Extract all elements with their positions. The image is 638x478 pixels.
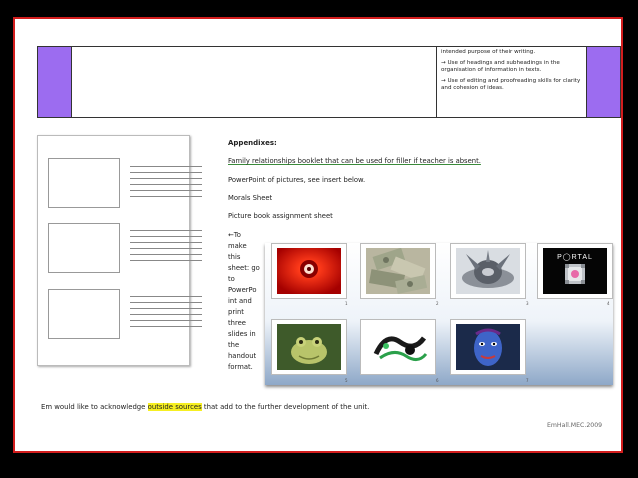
instruction-line: handout — [228, 352, 257, 360]
table-line: → Use of editing and proofreading skills… — [441, 78, 581, 91]
handout-slide-slot — [48, 158, 120, 208]
instruction-line: sheet: go — [228, 264, 260, 272]
instruction-line: make — [228, 242, 247, 250]
slide-thumbnail — [360, 243, 436, 299]
instruction-line: print — [228, 308, 244, 316]
slide-number: 4 — [607, 301, 610, 306]
money-pile-image — [366, 248, 430, 294]
appendix-item-booklet: Family relationships booklet that can be… — [228, 157, 481, 165]
slide-number: 6 — [436, 378, 439, 383]
document-page: intended purpose of their writing. → Use… — [13, 17, 623, 453]
table-line: intended purpose of their writing. — [441, 49, 536, 55]
frog-image — [277, 324, 341, 370]
purple-cell-right — [586, 47, 620, 117]
purple-cell-left — [38, 47, 72, 117]
table-cell-text: intended purpose of their writing. → Use… — [441, 49, 581, 96]
slide-thumbnail — [360, 319, 436, 375]
chrome-sculpture-image — [456, 248, 520, 294]
portal-companion-cube-image: P◯RTAL — [543, 248, 607, 294]
abstract-swirl-image — [366, 324, 430, 370]
blue-face-image — [456, 324, 520, 370]
instruction-line: to — [228, 275, 235, 283]
appendix-item-powerpoint: PowerPoint of pictures, see insert below… — [228, 176, 366, 184]
instruction-line: format. — [228, 363, 253, 371]
slide-thumbnail: P◯RTAL — [537, 243, 613, 299]
slide-thumbnail — [271, 243, 347, 299]
instruction-line: three — [228, 319, 246, 327]
author-credit: EmHall.MEC.2009 — [547, 422, 603, 429]
slide-number: 5 — [345, 378, 348, 383]
acknowledgement-text: Em would like to acknowledge outside sou… — [41, 403, 369, 411]
slide-thumbnail — [450, 319, 526, 375]
slide-number: 7 — [526, 378, 529, 383]
portal-logo-text: P◯RTAL — [557, 253, 593, 261]
handout-template — [37, 135, 202, 366]
table-line: → Use of headings and subheadings in the… — [441, 60, 560, 73]
ack-before: Em would like to acknowledge — [41, 403, 148, 411]
instruction-line: slides in — [228, 330, 256, 338]
slide-thumbnail-strip: 1 2 3 P◯RTAL 4 5 6 7 — [265, 243, 613, 385]
instruction-line: PowerPo — [228, 286, 257, 294]
ack-highlight: outside sources — [147, 403, 202, 411]
handout-instructions: ←To make this sheet: go to PowerPo int a… — [228, 230, 260, 373]
handout-note-lines — [130, 166, 202, 202]
instruction-line: int and — [228, 297, 252, 305]
instruction-line: this — [228, 253, 241, 261]
curriculum-table: intended purpose of their writing. → Use… — [37, 46, 621, 118]
handout-slide-slot — [48, 223, 120, 273]
handout-note-lines — [130, 230, 202, 266]
slide-number: 2 — [436, 301, 439, 306]
handout-slide-slot — [48, 289, 120, 339]
table-divider — [436, 47, 437, 117]
slide-thumbnail — [271, 319, 347, 375]
slide-thumbnail — [450, 243, 526, 299]
instruction-line: the — [228, 341, 240, 349]
red-eye-image — [277, 248, 341, 294]
appendix-item-picture-book: Picture book assignment sheet — [228, 212, 333, 220]
ack-after: that add to the further development of t… — [201, 403, 370, 411]
appendix-item-morals: Morals Sheet — [228, 194, 273, 202]
appendixes-title: Appendixes: — [228, 139, 277, 147]
slide-number: 1 — [345, 301, 348, 306]
handout-note-lines — [130, 296, 202, 332]
slide-number: 3 — [526, 301, 529, 306]
instruction-line: ←To — [228, 231, 241, 239]
